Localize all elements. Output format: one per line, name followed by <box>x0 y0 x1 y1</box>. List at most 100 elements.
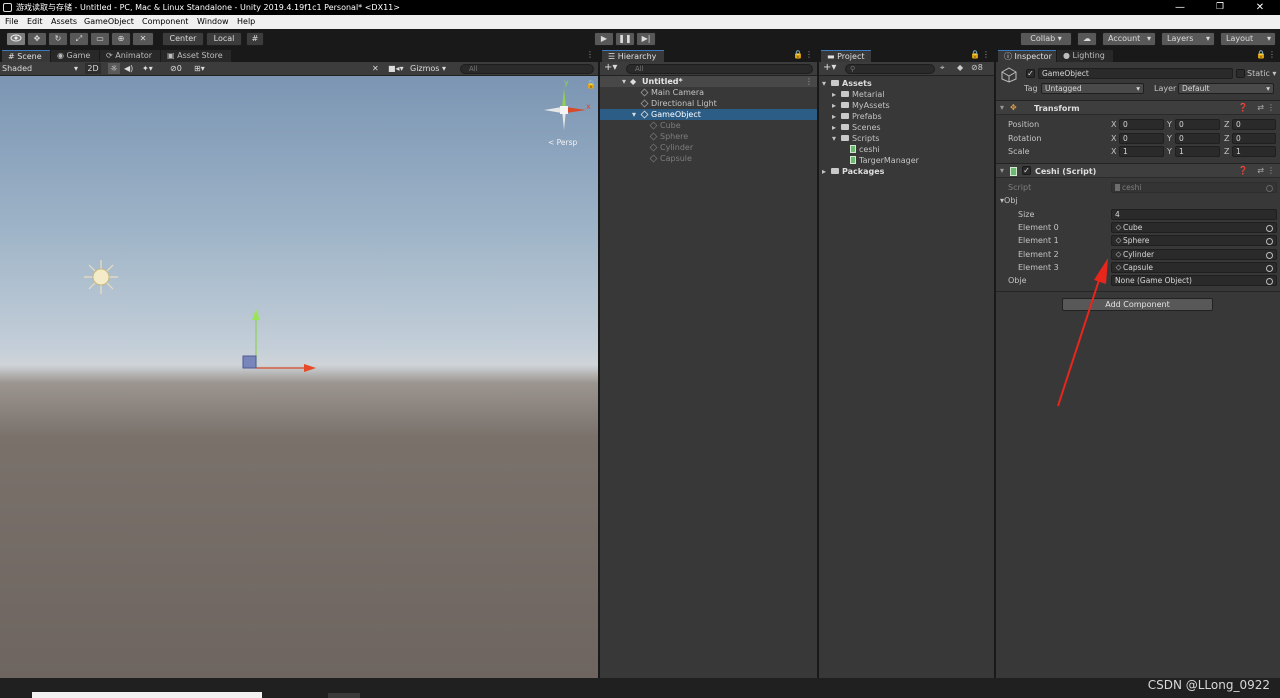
grid-snap-button[interactable]: # <box>246 32 264 46</box>
hierarchy-search-input[interactable]: All <box>626 64 813 74</box>
rect-tool-button[interactable]: ▭ <box>90 32 110 46</box>
play-button[interactable]: ▶ <box>594 32 614 46</box>
active-checkbox[interactable]: ✓ <box>1026 69 1035 78</box>
filter-by-type-icon[interactable]: ⌖ <box>940 63 945 73</box>
array-size-field[interactable]: 4 <box>1111 209 1277 220</box>
hierarchy-item[interactable]: Sphere <box>600 131 817 142</box>
scale-y-field[interactable]: 1 <box>1175 146 1220 157</box>
close-button[interactable]: ✕ <box>1240 0 1280 15</box>
menu-file[interactable]: File <box>5 16 18 28</box>
tab-scene[interactable]: # Scene <box>2 50 50 62</box>
rotation-x-field[interactable]: 0 <box>1119 133 1164 144</box>
object-picker-icon[interactable] <box>1266 265 1273 272</box>
scene-menu-icon[interactable]: ⋮ <box>805 76 813 87</box>
transform-gizmo[interactable] <box>240 306 320 376</box>
transform-header[interactable]: ▾ ✥ Transform ❓ ⇄ ⋮ <box>996 100 1280 115</box>
object-name-field[interactable]: GameObject <box>1038 68 1233 79</box>
tab-project[interactable]: ▬ Project <box>821 50 871 62</box>
hidden-packages-toggle[interactable]: ⊘8 <box>971 63 983 72</box>
layer-dropdown[interactable]: Default ▾ <box>1178 83 1274 94</box>
object-picker-icon[interactable] <box>1266 278 1273 285</box>
pause-button[interactable]: ❚❚ <box>615 32 635 46</box>
folder-row[interactable]: ▸ Metarial <box>819 89 994 100</box>
maximize-button[interactable]: ❐ <box>1200 0 1240 15</box>
layout-dropdown[interactable]: Layout ▾ <box>1220 32 1276 46</box>
folder-row[interactable]: ▸ Prefabs <box>819 111 994 122</box>
lock-icon[interactable]: 🔒 <box>970 50 980 59</box>
shading-mode-dropdown[interactable]: Shaded ▾ <box>2 63 80 74</box>
scale-x-field[interactable]: 1 <box>1119 146 1164 157</box>
move-tool-button[interactable]: ✥ <box>27 32 47 46</box>
obj-array-foldout[interactable]: ▾Obj <box>1000 195 1018 206</box>
scale-z-field[interactable]: 1 <box>1232 146 1276 157</box>
rotation-y-field[interactable]: 0 <box>1175 133 1220 144</box>
folder-row-packages[interactable]: ▸ Packages <box>819 166 994 177</box>
grid-dropdown[interactable]: ⊞▾ <box>194 63 205 74</box>
lock-icon[interactable]: 🔒 <box>1256 50 1266 59</box>
component-menu-icon[interactable]: ⋮ <box>1267 166 1275 175</box>
layers-dropdown[interactable]: Layers ▾ <box>1161 32 1215 46</box>
component-enabled-checkbox[interactable]: ✓ <box>1022 166 1031 175</box>
static-label[interactable]: Static ▾ <box>1247 68 1276 79</box>
panel-menu-icon[interactable]: ⋮ <box>805 50 813 59</box>
menu-assets[interactable]: Assets <box>51 16 77 28</box>
tab-inspector[interactable]: ⓘ Inspector <box>998 50 1056 62</box>
menu-help[interactable]: Help <box>237 16 255 28</box>
rotation-z-field[interactable]: 0 <box>1232 133 1276 144</box>
position-x-field[interactable]: 0 <box>1119 119 1164 130</box>
tab-hierarchy[interactable]: ☰ Hierarchy <box>602 50 664 62</box>
cloud-button[interactable]: ☁ <box>1077 32 1097 46</box>
hierarchy-item[interactable]: Capsule <box>600 153 817 164</box>
scene-tools-icon[interactable]: ✕ <box>372 63 379 74</box>
tab-animator[interactable]: ⟳ Animator <box>100 50 160 62</box>
element-0-object-field[interactable]: Cube <box>1111 222 1277 233</box>
view-tool-button[interactable] <box>6 32 26 46</box>
hierarchy-item-selected[interactable]: ▾ GameObject <box>600 109 817 120</box>
transform-tool-button[interactable]: ⊕ <box>111 32 131 46</box>
hidden-objects-toggle[interactable]: ⊘0 <box>170 63 182 74</box>
project-search-input[interactable]: ⚲ <box>845 64 935 74</box>
tab-lighting[interactable]: ● Lighting <box>1057 50 1113 62</box>
folder-row[interactable]: ▸ Scenes <box>819 122 994 133</box>
element-2-object-field[interactable]: Cylinder <box>1111 249 1277 260</box>
scale-tool-button[interactable]: ⤢ <box>69 32 89 46</box>
hierarchy-item[interactable]: Cube <box>600 120 817 131</box>
presets-icon[interactable]: ⇄ <box>1257 103 1264 112</box>
script-component-header[interactable]: ▾ ✓ Ceshi (Script) ❓ ⇄ ⋮ <box>996 163 1280 178</box>
help-icon[interactable]: ❓ <box>1238 166 1248 175</box>
object-picker-icon[interactable] <box>1266 225 1273 232</box>
panel-menu-icon[interactable]: ⋮ <box>982 50 990 59</box>
camera-dropdown[interactable]: ■◂▾ <box>388 63 404 74</box>
filter-by-label-icon[interactable]: ◆ <box>957 63 963 72</box>
help-icon[interactable]: ❓ <box>1238 103 1248 112</box>
scene-search-input[interactable]: All <box>460 64 594 74</box>
collab-dropdown[interactable]: Collab ▾ <box>1020 32 1072 46</box>
step-button[interactable]: ▶| <box>636 32 656 46</box>
effects-dropdown[interactable]: ✦▾ <box>142 63 153 74</box>
lock-icon[interactable]: 🔒 <box>793 50 803 59</box>
gizmos-dropdown[interactable]: Gizmos ▾ <box>410 63 454 74</box>
panel-menu-icon[interactable]: ⋮ <box>586 50 594 59</box>
element-1-object-field[interactable]: Sphere <box>1111 235 1277 246</box>
tag-dropdown[interactable]: Untagged ▾ <box>1041 83 1144 94</box>
lighting-toggle[interactable]: ☼ <box>108 63 120 74</box>
asset-row[interactable]: ceshi <box>819 144 994 155</box>
menu-gameobject[interactable]: GameObject <box>84 16 134 28</box>
create-dropdown[interactable]: +▾ <box>823 62 836 74</box>
static-checkbox[interactable] <box>1236 69 1245 78</box>
presets-icon[interactable]: ⇄ <box>1257 166 1264 175</box>
object-picker-icon[interactable] <box>1266 252 1273 259</box>
minimize-button[interactable]: — <box>1160 0 1200 15</box>
menu-window[interactable]: Window <box>197 16 229 28</box>
audio-toggle[interactable]: ◀) <box>124 63 133 74</box>
hierarchy-item[interactable]: Main Camera <box>600 87 817 98</box>
scene-viewport[interactable]: 🔒 y x < Persp <box>0 76 598 678</box>
element-3-object-field[interactable]: Capsule <box>1111 262 1277 273</box>
obje-object-field[interactable]: None (Game Object) <box>1111 275 1277 286</box>
folder-row[interactable]: ▾ Scripts <box>819 133 994 144</box>
rotate-tool-button[interactable]: ↻ <box>48 32 68 46</box>
create-dropdown[interactable]: +▾ <box>604 62 617 74</box>
hierarchy-item[interactable]: Cylinder <box>600 142 817 153</box>
folder-row[interactable]: ▸ MyAssets <box>819 100 994 111</box>
tab-asset-store[interactable]: ▣ Asset Store <box>161 50 231 62</box>
